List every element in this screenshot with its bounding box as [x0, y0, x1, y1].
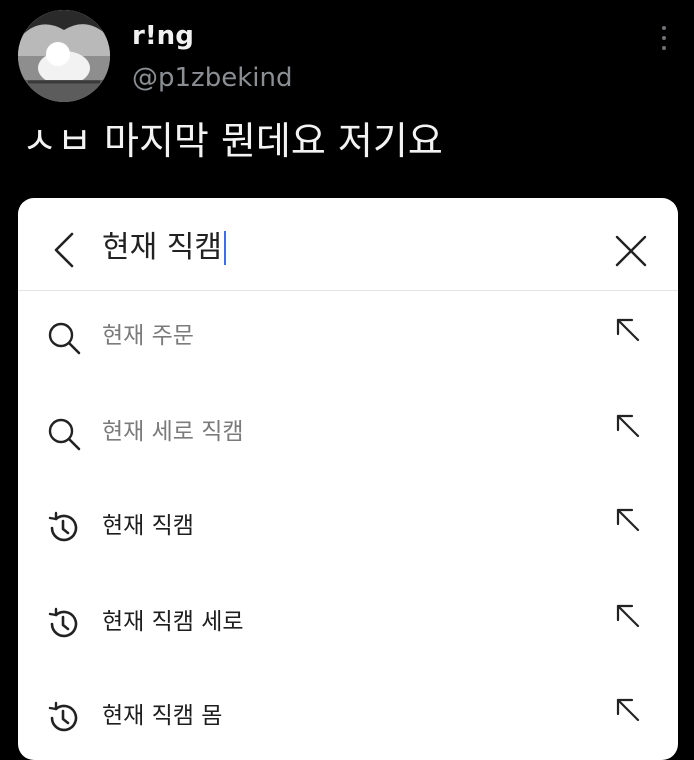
- tweet-text: ㅅㅂ 마지막 뭔데요 저기요: [22, 119, 443, 163]
- display-name[interactable]: r!ng: [132, 20, 194, 52]
- history-icon: [48, 607, 78, 638]
- search-icon: [48, 418, 81, 451]
- back-arrow-icon[interactable]: [52, 232, 78, 268]
- close-icon[interactable]: [614, 234, 648, 268]
- fill-query-arrow-icon[interactable]: [614, 506, 642, 534]
- avatar[interactable]: [18, 10, 110, 102]
- suggestion-label: 현재 직캠 몸: [102, 703, 223, 729]
- suggestion-item[interactable]: 현재 직캠 몸: [18, 670, 678, 760]
- history-icon: [48, 511, 78, 542]
- search-icon: [48, 322, 81, 355]
- fill-query-arrow-icon[interactable]: [614, 316, 642, 344]
- suggestion-label: 현재 직캠: [102, 513, 194, 539]
- search-screenshot-card[interactable]: 현재 직캠 현재 주문 현재 세로 직캠 현재 직캠 현재 직캠 세로 현재 직…: [18, 198, 678, 760]
- fill-query-arrow-icon[interactable]: [614, 602, 642, 630]
- search-query-text: 현재 직캠: [102, 230, 222, 265]
- history-icon: [48, 701, 78, 732]
- user-handle[interactable]: @p1zbekind: [132, 62, 292, 94]
- more-options-icon[interactable]: [656, 26, 672, 50]
- suggestion-label: 현재 주문: [102, 323, 194, 349]
- search-input[interactable]: 현재 직캠: [102, 226, 226, 270]
- fill-query-arrow-icon[interactable]: [614, 696, 642, 724]
- fill-query-arrow-icon[interactable]: [614, 412, 642, 440]
- suggestion-item[interactable]: 현재 주문: [18, 290, 678, 382]
- suggestion-label: 현재 직캠 세로: [102, 609, 244, 635]
- suggestion-label: 현재 세로 직캠: [102, 419, 244, 445]
- text-caret: [223, 231, 226, 265]
- suggestion-item[interactable]: 현재 세로 직캠: [18, 386, 678, 478]
- search-bar: 현재 직캠: [18, 198, 678, 291]
- suggestion-item[interactable]: 현재 직캠 세로: [18, 576, 678, 668]
- suggestion-item[interactable]: 현재 직캠: [18, 480, 678, 572]
